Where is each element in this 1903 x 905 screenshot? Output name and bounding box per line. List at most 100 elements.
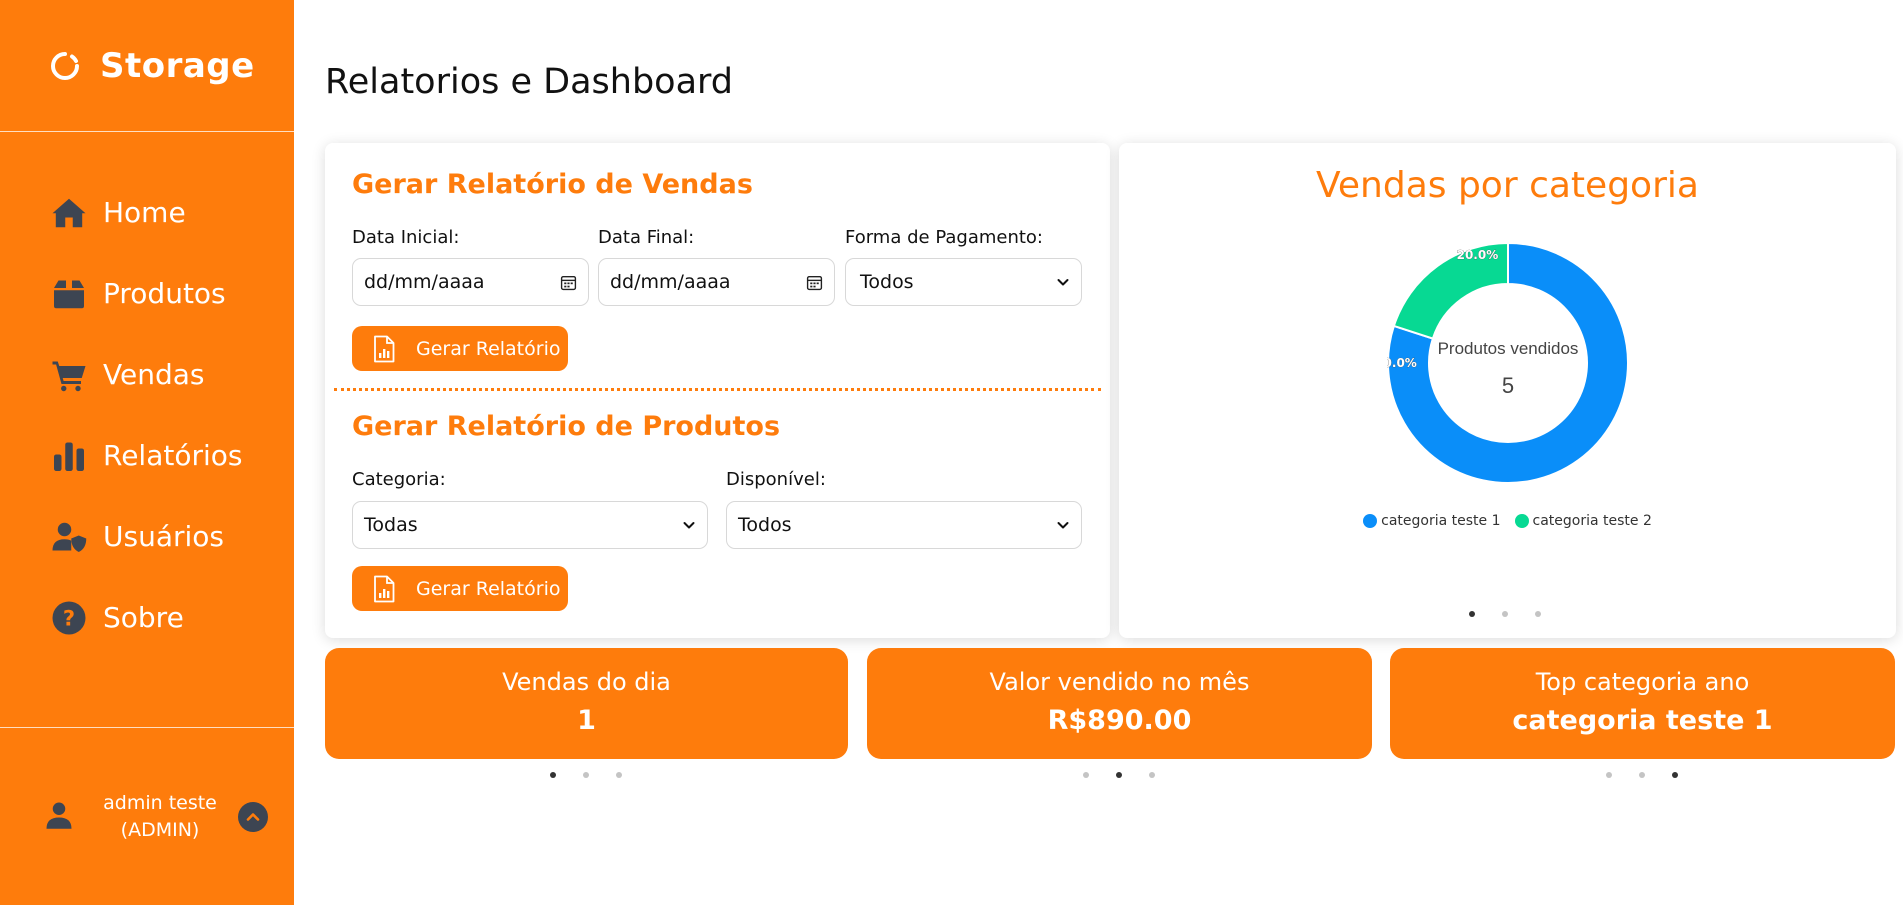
question-icon: ? (50, 599, 88, 637)
sales-report-title: Gerar Relatório de Vendas (352, 169, 753, 200)
available-select[interactable]: Todos (726, 501, 1082, 549)
payment-method-value: Todos (860, 271, 914, 293)
sidebar-item-sobre[interactable]: ? Sobre (0, 577, 294, 658)
chevron-down-icon (1057, 522, 1069, 529)
legend-swatch (1514, 514, 1529, 528)
user-name: admin teste (ADMIN) (90, 790, 230, 844)
page-title: Relatorios e Dashboard (325, 62, 734, 102)
start-date-input[interactable]: dd/mm/aaaa (352, 258, 589, 306)
carousel-dot[interactable] (1639, 772, 1645, 778)
start-date-value: dd/mm/aaaa (364, 271, 485, 293)
carousel-dot[interactable] (1116, 772, 1122, 778)
legend-item[interactable]: categoria teste 1 (1363, 513, 1501, 529)
sidebar-item-vendas[interactable]: Vendas (0, 334, 294, 415)
user-role: (ADMIN) (120, 818, 200, 841)
start-date-label: Data Inicial: (352, 227, 460, 248)
carousel-dot[interactable] (1469, 611, 1475, 617)
home-icon (50, 194, 88, 232)
chart-title: Vendas por categoria (1316, 165, 1699, 206)
stat-value: 1 (577, 705, 596, 736)
calendar-icon[interactable] (560, 274, 577, 291)
sidebar-item-label: Sobre (103, 601, 184, 634)
sidebar-item-label: Relatórios (103, 439, 243, 472)
sidebar-item-relatorios[interactable]: Relatórios (0, 415, 294, 496)
category-select[interactable]: Todas (352, 501, 708, 549)
file-chart-icon (374, 335, 395, 362)
carousel-dot[interactable] (616, 772, 622, 778)
legend-swatch (1363, 514, 1378, 528)
stat-carousel-dots (550, 772, 622, 778)
sidebar-item-label: Home (103, 196, 186, 229)
stat-label: Valor vendido no mês (989, 668, 1250, 696)
stat-carousel-dots (1606, 772, 1678, 778)
brand[interactable]: Storage (0, 0, 294, 132)
bar-chart-icon (50, 437, 88, 475)
cart-icon (50, 356, 88, 394)
donut-chart: 80.0% 20.0% Produtos vendidos 5 (1387, 242, 1629, 484)
sidebar-nav: Home Produtos Vendas Relatórios Usuários (0, 132, 294, 658)
user-panel: admin teste (ADMIN) (0, 727, 294, 905)
legend-item[interactable]: categoria teste 2 (1514, 513, 1652, 529)
file-chart-icon (374, 575, 395, 602)
svg-text:?: ? (63, 606, 75, 630)
user-menu-toggle[interactable] (238, 801, 268, 832)
sidebar-item-usuarios[interactable]: Usuários (0, 496, 294, 577)
end-date-input[interactable]: dd/mm/aaaa (598, 258, 835, 306)
donut-center-label: Produtos vendidos (1438, 339, 1579, 358)
end-date-value: dd/mm/aaaa (610, 271, 731, 293)
stat-carousel-dots (1083, 772, 1155, 778)
stat-value: categoria teste 1 (1512, 705, 1773, 736)
carousel-dot[interactable] (583, 772, 589, 778)
carousel-dot[interactable] (1083, 772, 1089, 778)
sidebar-item-label: Usuários (103, 520, 224, 553)
generate-sales-report-label: Gerar Relatório (416, 337, 561, 360)
legend-label: categoria teste 1 (1381, 513, 1501, 529)
section-divider (334, 388, 1101, 391)
stat-label: Top categoria ano (1535, 668, 1750, 696)
carousel-dot[interactable] (1535, 611, 1541, 617)
brand-name: Storage (100, 45, 255, 86)
donut-center-value: 5 (1502, 373, 1514, 398)
donut-slice-label: 20.0% (1457, 248, 1499, 262)
chart-card: Vendas por categoria 80.0% 20.0% Produtos… (1119, 143, 1896, 638)
carousel-dot[interactable] (1672, 772, 1678, 778)
calendar-icon[interactable] (806, 274, 823, 291)
payment-method-select[interactable]: Todos (845, 258, 1082, 306)
user-shield-icon (50, 518, 88, 556)
available-value: Todos (738, 514, 792, 536)
payment-method-label: Forma de Pagamento: (845, 227, 1043, 248)
carousel-dot[interactable] (550, 772, 556, 778)
stat-card-daily-sales: Vendas do dia 1 (325, 648, 848, 759)
category-value: Todas (364, 514, 418, 536)
generate-product-report-label: Gerar Relatório (416, 577, 561, 600)
reports-card: Gerar Relatório de Vendas Data Inicial: … (325, 143, 1110, 638)
carousel-dot[interactable] (1149, 772, 1155, 778)
chevron-up-icon (246, 812, 260, 821)
stat-card-top-category: Top categoria ano categoria teste 1 (1390, 648, 1895, 759)
user-icon (44, 800, 74, 834)
carousel-dot[interactable] (1606, 772, 1612, 778)
chart-carousel-dots (1469, 611, 1541, 617)
sidebar-item-home[interactable]: Home (0, 172, 294, 253)
category-label: Categoria: (352, 469, 446, 490)
sidebar: Storage Home Produtos Vendas Relatórios (0, 0, 294, 905)
user-name-text: admin teste (103, 791, 217, 814)
legend-label: categoria teste 2 (1532, 513, 1652, 529)
stat-card-monthly-value: Valor vendido no mês R$890.00 (867, 648, 1372, 759)
spinner-logo-icon (51, 51, 79, 80)
generate-product-report-button[interactable]: Gerar Relatório (352, 566, 568, 611)
chevron-down-icon (683, 522, 695, 529)
chart-legend: categoria teste 1 categoria teste 2 (1119, 513, 1896, 529)
end-date-label: Data Final: (598, 227, 695, 248)
stat-value: R$890.00 (1047, 705, 1192, 736)
box-icon (50, 275, 88, 313)
available-label: Disponível: (726, 469, 826, 490)
donut-slice-label: 80.0% (1387, 356, 1417, 370)
chevron-down-icon (1057, 279, 1069, 286)
carousel-dot[interactable] (1502, 611, 1508, 617)
generate-sales-report-button[interactable]: Gerar Relatório (352, 326, 568, 371)
sidebar-item-produtos[interactable]: Produtos (0, 253, 294, 334)
product-report-title: Gerar Relatório de Produtos (352, 411, 781, 442)
sidebar-item-label: Vendas (103, 358, 205, 391)
sidebar-item-label: Produtos (103, 277, 226, 310)
